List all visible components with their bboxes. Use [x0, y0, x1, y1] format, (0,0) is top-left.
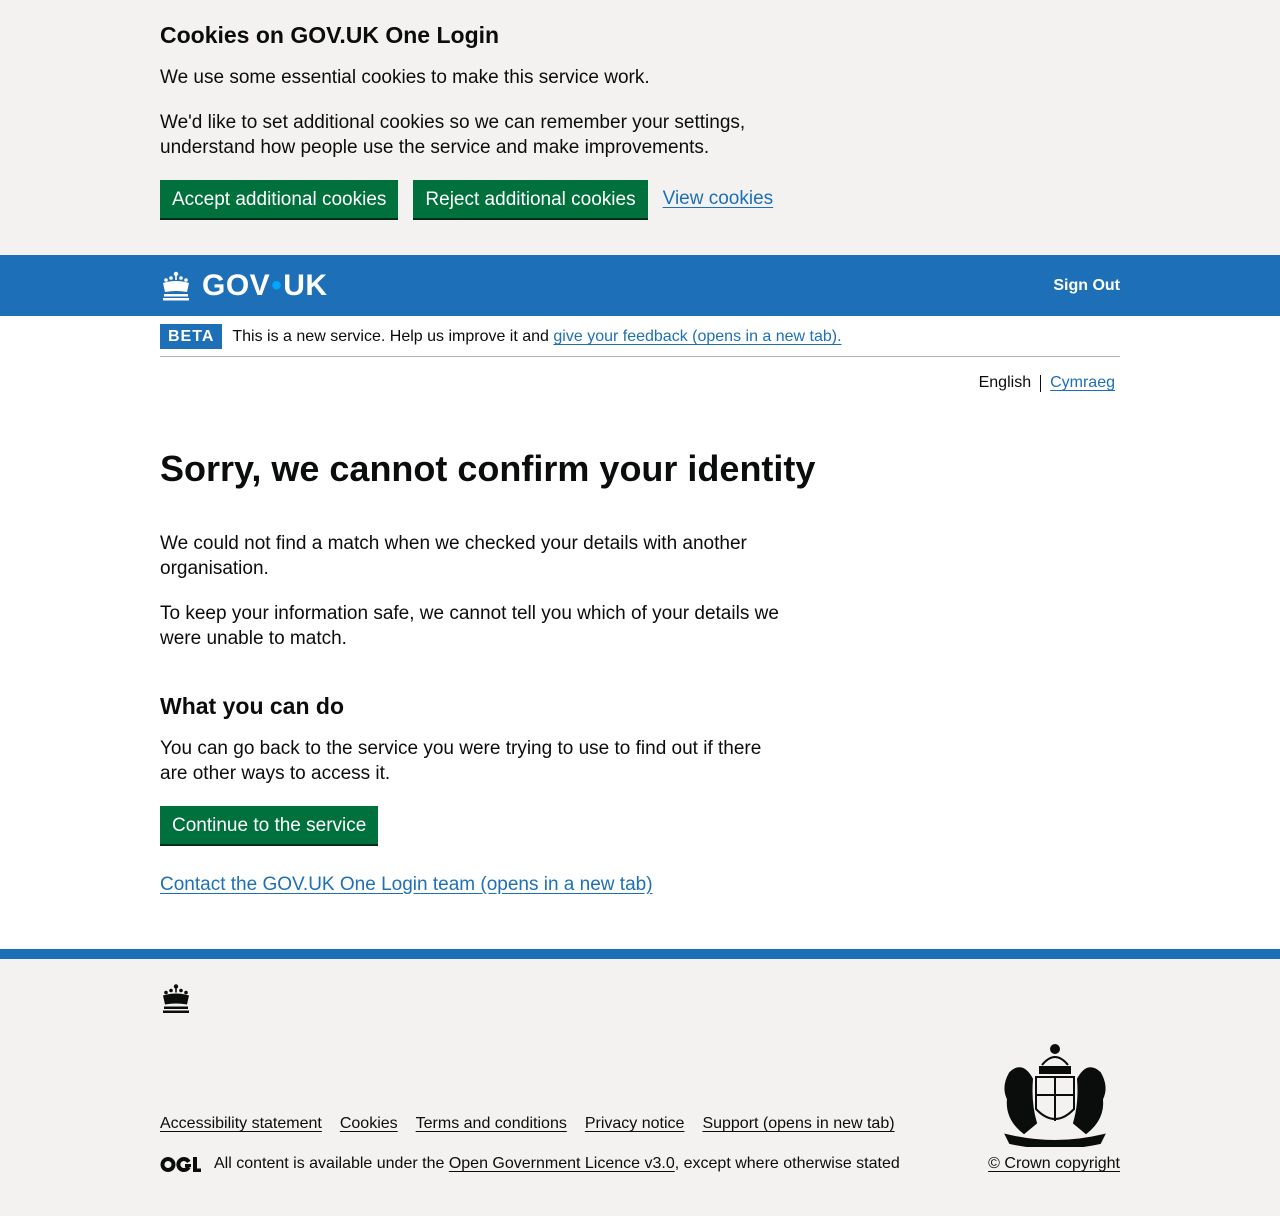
crown-copyright-link[interactable]: © Crown copyright [988, 1155, 1120, 1173]
continue-to-service-button[interactable]: Continue to the service [160, 806, 379, 844]
crown-icon [163, 271, 189, 300]
page-title: Sorry, we cannot confirm your identity [160, 448, 816, 489]
licence-link[interactable]: Open Government Licence v3.0 [449, 1155, 675, 1173]
footer-link-terms[interactable]: Terms and conditions [416, 1115, 567, 1133]
royal-coat-of-arms-icon [1004, 1044, 1106, 1147]
footer-link-cookies[interactable]: Cookies [340, 1115, 398, 1133]
cookie-banner-actions: Accept additional cookies Reject additio… [160, 180, 1120, 218]
language-toggle: English Cymraeg [160, 357, 1120, 394]
footer-links: Accessibility statement Cookies Terms an… [160, 1115, 913, 1133]
crown-icon [163, 984, 189, 1013]
footer-link-privacy[interactable]: Privacy notice [585, 1115, 685, 1133]
licence-suffix: , except where otherwise stated [674, 1155, 900, 1172]
no-match-text: We could not find a match when we checke… [160, 533, 747, 579]
sign-out-link[interactable]: Sign Out [1053, 277, 1120, 295]
cookie-banner-additional-text: We'd like to set additional cookies so w… [160, 112, 746, 158]
phase-banner: BETA This is a new service. Help us impr… [160, 316, 1120, 357]
view-cookies-link[interactable]: View cookies [663, 188, 774, 210]
footer-link-support[interactable]: Support (opens in new tab) [702, 1115, 894, 1133]
main-content: Sorry, we cannot confirm your identity W… [160, 394, 1120, 896]
govuk-logo-link[interactable]: GOV•UK [160, 268, 328, 302]
language-current: English [978, 374, 1032, 391]
accept-cookies-button[interactable]: Accept additional cookies [160, 180, 399, 218]
beta-tag: BETA [160, 324, 223, 349]
reject-cookies-button[interactable]: Reject additional cookies [413, 180, 648, 218]
site-header: GOV•UK Sign Out [0, 255, 1280, 316]
cookie-banner-title: Cookies on GOV.UK One Login [160, 22, 500, 48]
contact-team-link[interactable]: Contact the GOV.UK One Login team (opens… [160, 874, 653, 896]
licence-statement: All content is available under the Open … [160, 1155, 900, 1173]
phase-banner-text: This is a new service. Help us improve i… [232, 328, 842, 345]
language-welsh-link[interactable]: Cymraeg [1050, 372, 1115, 394]
go-back-text: You can go back to the service you were … [160, 738, 762, 784]
licence-prefix: All content is available under the [214, 1155, 445, 1172]
ogl-logo-icon [160, 1156, 201, 1172]
info-safe-text: To keep your information safe, we cannot… [160, 603, 779, 649]
footer-link-accessibility[interactable]: Accessibility statement [160, 1115, 322, 1133]
cookie-banner-essential-text: We use some essential cookies to make th… [160, 67, 650, 88]
feedback-link[interactable]: give your feedback (opens in a new tab). [553, 328, 841, 345]
language-separator [1040, 375, 1042, 392]
what-you-can-do-heading: What you can do [160, 693, 344, 719]
govuk-logo-text: GOV•UK [202, 268, 328, 302]
cookie-banner: Cookies on GOV.UK One Login We use some … [0, 0, 1280, 255]
site-footer: Accessibility statement Cookies Terms an… [0, 949, 1280, 1216]
